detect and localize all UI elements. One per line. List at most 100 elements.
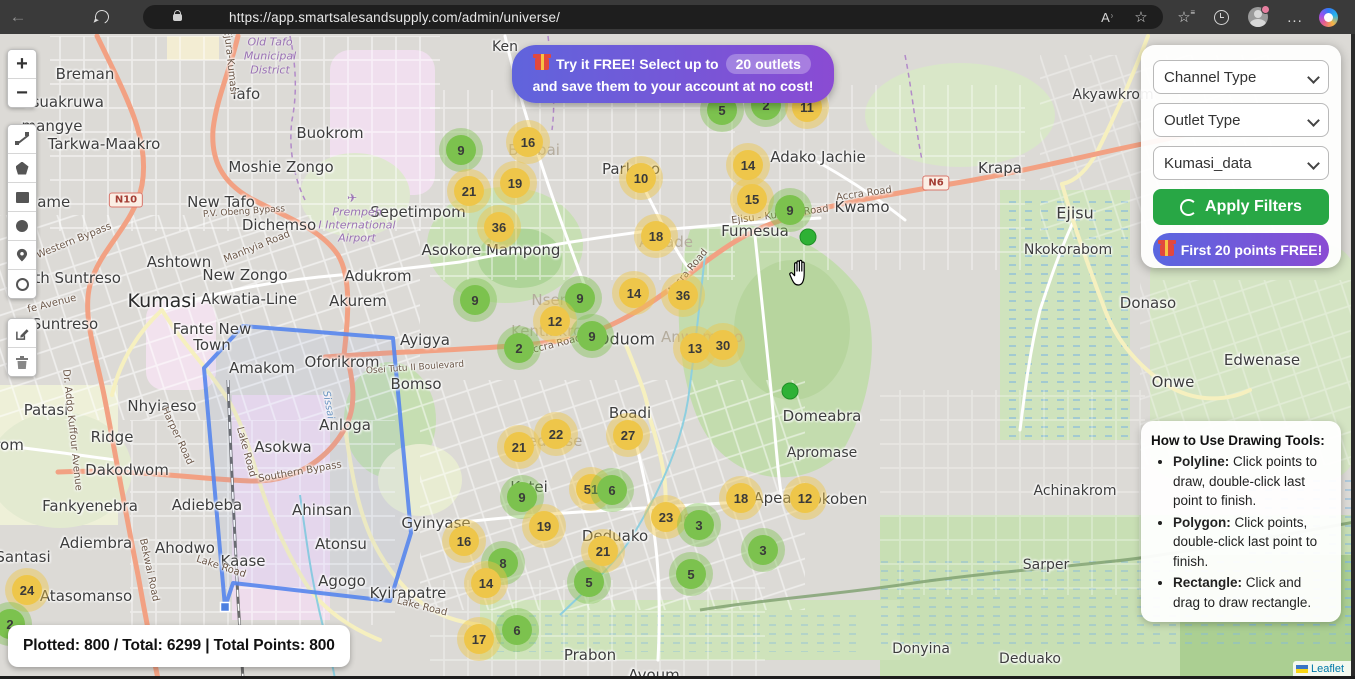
rectangle-icon — [16, 192, 29, 203]
channel-type-select[interactable]: Channel Type — [1153, 60, 1329, 94]
draw-polygon-button[interactable] — [8, 154, 36, 183]
cluster-marker[interactable]: 18 — [641, 221, 671, 251]
spinner-icon — [1180, 199, 1197, 216]
collections-icon[interactable]: ☆≡ — [1170, 0, 1198, 34]
cluster-marker[interactable]: 19 — [500, 168, 530, 198]
instructions-title: How to Use Drawing Tools: — [1151, 433, 1331, 448]
window-edge-right — [1351, 34, 1355, 679]
cluster-marker[interactable]: 30 — [708, 330, 738, 360]
cluster-marker[interactable]: 5 — [676, 559, 706, 589]
instructions-panel: How to Use Drawing Tools: Polyline: Clic… — [1141, 421, 1341, 622]
point-marker[interactable] — [782, 383, 799, 400]
dataset-select[interactable]: Kumasi_data — [1153, 146, 1329, 180]
cluster-marker[interactable]: 6 — [502, 615, 532, 645]
cluster-marker[interactable]: 9 — [565, 283, 595, 313]
ukraine-flag-icon — [1296, 665, 1308, 673]
promo-banner: Try it FREE! Select up to 20 outlets and… — [512, 45, 834, 103]
refresh-icon — [93, 8, 111, 26]
dataset-select-wrap: Kumasi_data — [1153, 146, 1329, 180]
promo-text-2: and save them to your account at no cost… — [533, 78, 814, 94]
leaflet-link[interactable]: Leaflet — [1311, 663, 1344, 675]
cluster-marker[interactable]: 3 — [748, 535, 778, 565]
cluster-marker[interactable]: 6 — [597, 475, 627, 505]
presence-badge — [1261, 5, 1270, 14]
cluster-marker[interactable]: 19 — [529, 511, 559, 541]
gift-icon — [1160, 244, 1174, 256]
zoom-in-button[interactable]: + — [8, 50, 36, 79]
cluster-marker[interactable]: 9 — [577, 321, 607, 351]
cluster-marker[interactable]: 12 — [790, 483, 820, 513]
cluster-marker[interactable]: 5 — [574, 567, 604, 597]
profile-avatar[interactable] — [1244, 0, 1272, 34]
status-bar: Plotted: 800 / Total: 6299 | Total Point… — [8, 625, 350, 667]
cluster-marker[interactable]: 24 — [12, 575, 42, 605]
edit-layers-button[interactable] — [8, 319, 36, 348]
cluster-marker[interactable]: 10 — [626, 163, 656, 193]
circle-icon — [16, 220, 28, 232]
cursor-hand-icon — [788, 259, 814, 287]
cluster-marker[interactable]: 17 — [464, 624, 494, 654]
cluster-marker[interactable]: 15 — [737, 184, 767, 214]
cluster-marker[interactable]: 36 — [668, 280, 698, 310]
filter-panel: Channel Type Outlet Type Kumasi_data App… — [1141, 45, 1341, 268]
edit-pencil-icon — [15, 326, 30, 341]
cluster-marker[interactable]: 23 — [651, 502, 681, 532]
instructions-list: Polyline: Click points to draw, double-c… — [1151, 452, 1331, 613]
cluster-marker[interactable]: 18 — [726, 483, 756, 513]
cluster-marker[interactable]: 21 — [588, 536, 618, 566]
cluster-marker[interactable]: 21 — [504, 432, 534, 462]
cluster-marker[interactable]: 9 — [775, 195, 805, 225]
point-marker[interactable] — [800, 229, 817, 246]
free-points-button[interactable]: First 20 points FREE! — [1153, 233, 1329, 266]
gift-icon — [535, 58, 549, 70]
draw-circle-button[interactable] — [8, 212, 36, 241]
cluster-marker[interactable]: 9 — [460, 285, 490, 315]
copilot-icon[interactable] — [1313, 0, 1343, 34]
cluster-marker[interactable]: 14 — [619, 278, 649, 308]
zoom-out-button[interactable]: − — [8, 79, 36, 107]
free-points-label: First 20 points FREE! — [1181, 242, 1323, 258]
cluster-marker[interactable]: 21 — [454, 176, 484, 206]
cluster-marker[interactable]: 13 — [680, 333, 710, 363]
cluster-marker[interactable]: 14 — [733, 150, 763, 180]
refresh-button[interactable] — [88, 0, 116, 34]
instruction-item: Polygon: Click points, double-click last… — [1173, 513, 1331, 572]
favorite-star-icon[interactable]: ☆ — [1127, 0, 1155, 34]
outlet-type-select-wrap: Outlet Type — [1153, 103, 1329, 137]
leaflet-attribution: Leaflet — [1293, 661, 1351, 676]
read-aloud-icon[interactable]: A⁾ — [1093, 0, 1121, 34]
cluster-marker[interactable]: 9 — [507, 482, 537, 512]
address-bar[interactable]: https://app.smartsalesandsupply.com/admi… — [143, 5, 1163, 29]
draw-rectangle-button[interactable] — [8, 183, 36, 212]
draw-polyline-button[interactable] — [8, 125, 36, 154]
more-menu-button[interactable]: ... — [1281, 0, 1309, 34]
draw-marker-button[interactable] — [8, 241, 36, 270]
polyline-icon — [15, 132, 29, 146]
cluster-marker[interactable]: 12 — [540, 306, 570, 336]
cluster-marker[interactable]: 16 — [513, 127, 543, 157]
url-text[interactable]: https://app.smartsalesandsupply.com/admi… — [229, 10, 560, 25]
cluster-marker[interactable]: 16 — [449, 526, 479, 556]
delete-layers-button[interactable] — [8, 348, 36, 376]
app-window: KumasiBremanusuakruwamangyeTarkwa-Maakro… — [0, 0, 1355, 679]
instruction-item: Rectangle: Click and drag to draw rectan… — [1173, 573, 1331, 612]
cluster-marker[interactable]: 22 — [541, 419, 571, 449]
apply-filters-label: Apply Filters — [1205, 198, 1302, 216]
cluster-marker[interactable]: 3 — [684, 510, 714, 540]
history-icon[interactable] — [1207, 0, 1235, 34]
cluster-marker[interactable]: 9 — [446, 135, 476, 165]
trash-icon — [15, 355, 29, 370]
back-button[interactable]: ← — [4, 0, 32, 34]
polygon-icon — [16, 162, 29, 175]
cluster-marker[interactable]: 36 — [484, 212, 514, 242]
outlets-count-pill: 20 outlets — [726, 54, 811, 74]
apply-filters-button[interactable]: Apply Filters — [1153, 189, 1329, 225]
draw-toolbar — [7, 124, 37, 299]
cluster-marker[interactable]: 14 — [471, 568, 501, 598]
cluster-marker[interactable]: 27 — [613, 420, 643, 450]
cluster-marker[interactable]: 2 — [504, 333, 534, 363]
draw-circlemarker-button[interactable] — [8, 270, 36, 298]
zoom-control: + − — [7, 49, 37, 108]
promo-text-1: Try it FREE! Select up to — [556, 56, 719, 72]
outlet-type-select[interactable]: Outlet Type — [1153, 103, 1329, 137]
